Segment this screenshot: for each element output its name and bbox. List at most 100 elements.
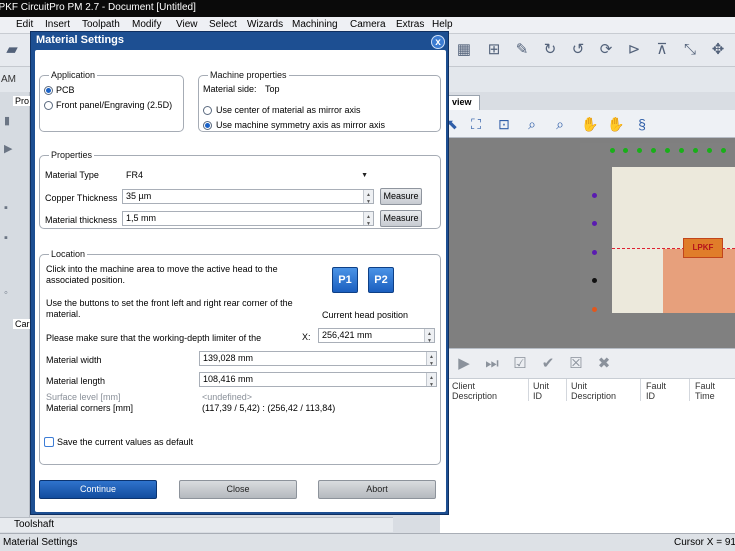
rotate-cw-icon[interactable]: ↻ (540, 40, 560, 60)
menu-toolpath[interactable]: Toolpath (82, 19, 120, 30)
spinner-icon[interactable] (424, 328, 434, 348)
column-divider (528, 379, 529, 401)
menu-view[interactable]: View (176, 19, 198, 30)
group-icon[interactable]: ⊞ (484, 40, 504, 60)
material-width-value: 139,028 mm (203, 353, 254, 363)
engraving-radio[interactable] (44, 101, 53, 110)
save-default-checkbox[interactable] (44, 437, 54, 447)
depth-limiter-note: Please make sure that the working-depth … (46, 333, 262, 343)
grid-marker (637, 148, 642, 153)
column-header[interactable]: Unit Description (571, 381, 616, 401)
pcb-radio[interactable] (44, 86, 53, 95)
step-icon[interactable]: ⏭ (482, 355, 502, 373)
material-thickness-input[interactable]: 1,5 mm (122, 211, 374, 231)
spinner-icon[interactable] (363, 189, 373, 209)
properties-group: Properties Material Type FR4 ▼ Copper Th… (39, 149, 441, 231)
measure-thickness-button[interactable]: Measure (380, 210, 422, 227)
tool-icon[interactable]: ▪ (4, 232, 24, 246)
zoom-out-icon[interactable]: ⌕ (550, 114, 570, 134)
check-icon[interactable]: ✔ (538, 355, 558, 373)
column-divider (566, 379, 567, 401)
grid-marker (721, 148, 726, 153)
group-label: Application (49, 69, 98, 81)
tool-icon[interactable]: ▪ (4, 202, 24, 216)
pcb-radio-label[interactable]: PCB (56, 85, 75, 96)
p1-button[interactable]: P1 (332, 267, 358, 293)
symmetry-axis-radio[interactable] (203, 121, 212, 130)
check-all-icon[interactable]: ☑ (510, 355, 530, 373)
delete-icon[interactable]: ✖ (594, 355, 614, 373)
center-axis-label[interactable]: Use center of material as mirror axis (216, 105, 361, 116)
pan-hand-icon[interactable]: ✋ (580, 114, 600, 134)
toolshaft-panel[interactable]: Toolshaft (0, 517, 393, 532)
mirror-icon[interactable]: ⊳ (624, 40, 644, 60)
reference-marker (592, 221, 597, 226)
zoom-in-icon[interactable]: ⌕ (522, 114, 542, 134)
menu-modify[interactable]: Modify (132, 19, 161, 30)
close-icon[interactable]: x (431, 35, 445, 49)
spinner-icon[interactable] (363, 211, 373, 231)
zoom-fit-icon[interactable]: ⛶ (466, 114, 486, 134)
uncheck-icon[interactable]: ☒ (566, 355, 586, 373)
copper-thickness-value: 35 µm (126, 191, 152, 201)
pcb-layout[interactable]: LPKF (683, 238, 723, 258)
menu-camera[interactable]: Camera (350, 19, 386, 30)
menu-edit[interactable]: Edit (16, 19, 33, 30)
more-icon[interactable]: § (632, 114, 652, 134)
left-tab-2[interactable]: Car (13, 319, 32, 329)
spinner-icon[interactable] (426, 372, 436, 392)
p2-button[interactable]: P2 (368, 267, 394, 293)
group-label: Properties (49, 149, 95, 161)
material-width-label: Material width (46, 355, 102, 365)
grid-marker (651, 148, 656, 153)
play-icon[interactable]: ▶ (4, 142, 24, 156)
continue-button[interactable]: Continue (39, 480, 157, 499)
close-button[interactable]: Close (179, 480, 297, 499)
copper-thickness-input[interactable]: 35 µm (122, 189, 374, 209)
menu-insert[interactable]: Insert (45, 19, 70, 30)
material-length-label: Material length (46, 376, 106, 386)
head-x-input[interactable]: 256,421 mm (318, 328, 435, 348)
tool-icon[interactable]: ▮ (4, 114, 24, 128)
reference-marker (592, 250, 597, 255)
symmetry-axis-label[interactable]: Use machine symmetry axis as mirror axis (216, 120, 385, 131)
measure-copper-button[interactable]: Measure (380, 188, 422, 205)
menu-extras[interactable]: Extras (396, 19, 424, 30)
column-header[interactable]: Fault Time (695, 381, 715, 401)
menu-machining[interactable]: Machining (292, 19, 338, 30)
node-edit-icon[interactable]: ✎ (512, 40, 532, 60)
abort-button[interactable]: Abort (318, 480, 436, 499)
column-header[interactable]: Unit ID (533, 381, 549, 401)
material-type-select[interactable]: FR4 ▼ (122, 168, 372, 183)
job-table: Client Description Unit ID Unit Description… (440, 378, 735, 533)
tool-icon[interactable]: ◦ (4, 287, 24, 301)
rotate-ccw-icon[interactable]: ↺ (568, 40, 588, 60)
pan-head-icon[interactable]: ✋ (606, 114, 626, 134)
select-icon[interactable]: ▦ (454, 40, 474, 60)
pencil-icon[interactable]: ▰ (2, 40, 22, 60)
rotate-icon[interactable]: ⟳ (596, 40, 616, 60)
spinner-icon[interactable] (426, 351, 436, 371)
engraving-radio-label[interactable]: Front panel/Engraving (2.5D) (56, 100, 172, 111)
material-type-value: FR4 (126, 170, 144, 180)
menu-wizards[interactable]: Wizards (247, 19, 283, 30)
material-width-input[interactable]: 139,028 mm (199, 351, 437, 371)
toolbar2-label: AM (1, 74, 16, 85)
center-axis-radio[interactable] (203, 106, 212, 115)
column-header[interactable]: Client Description (452, 381, 497, 401)
play-icon[interactable]: ▶ (454, 355, 474, 373)
material-side-label: Material side: (203, 84, 257, 94)
flip-icon[interactable]: ⊼ (652, 40, 672, 60)
column-header[interactable]: Fault ID (646, 381, 666, 401)
menu-select[interactable]: Select (209, 19, 237, 30)
material-corners-label: Material corners [mm] (46, 403, 134, 413)
machine-properties-group: Machine properties Material side: Top Us… (198, 69, 441, 132)
scale-icon[interactable]: ⤡ (680, 40, 700, 60)
move-icon[interactable]: ✥ (708, 40, 728, 60)
left-tab[interactable]: Pro (13, 96, 32, 106)
save-default-label[interactable]: Save the current values as default (57, 437, 193, 448)
material-settings-dialog: Material Settings x Application PCB Fron… (30, 31, 449, 515)
material-length-input[interactable]: 108,416 mm (199, 372, 437, 392)
zoom-area-icon[interactable]: ⊡ (494, 114, 514, 134)
menu-help[interactable]: Help (432, 19, 453, 30)
